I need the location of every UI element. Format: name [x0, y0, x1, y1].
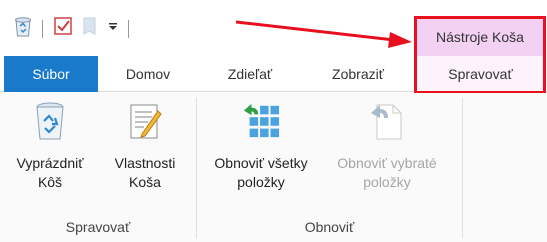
annotation-arrow	[236, 20, 412, 48]
recycle-bin-icon[interactable]	[12, 14, 34, 38]
empty-recycle-bin-label: Vyprázdniť Kôš	[16, 155, 84, 190]
tab-file[interactable]: Súbor	[4, 56, 98, 92]
tab-home[interactable]: Domov	[100, 56, 196, 92]
empty-recycle-bin-button[interactable]: Vyprázdniť Kôš	[2, 100, 98, 192]
recycle-bin-properties-button[interactable]: Vlastnosti Koša	[100, 100, 190, 192]
group-label-restore: Obnoviť	[304, 219, 355, 235]
highlight-box	[414, 16, 546, 94]
tab-view[interactable]: Zobraziť	[304, 56, 412, 92]
tab-share[interactable]: Zdieľať	[198, 56, 302, 92]
group-separator	[462, 98, 463, 238]
recycle-bin-properties-label: Vlastnosti Koša	[114, 155, 176, 190]
restore-all-items-label: Obnoviť všetky položky	[214, 155, 308, 190]
restore-selected-items-button[interactable]: Obnoviť vybraté položky	[322, 100, 452, 192]
group-separator	[196, 98, 197, 238]
recycle-bin-icon	[31, 100, 69, 142]
properties-checkbox-icon[interactable]	[52, 14, 74, 38]
restore-all-items-button[interactable]: Obnoviť všetky položky	[200, 100, 322, 192]
group-label-manage: Spravovať	[65, 219, 131, 235]
properties-icon	[126, 100, 164, 142]
customize-dropdown-icon[interactable]	[104, 14, 122, 38]
restore-all-icon	[242, 100, 280, 142]
restore-selected-icon	[368, 100, 406, 142]
restore-selected-items-label: Obnoviť vybraté položky	[337, 155, 437, 190]
folder-icon[interactable]	[80, 14, 100, 38]
